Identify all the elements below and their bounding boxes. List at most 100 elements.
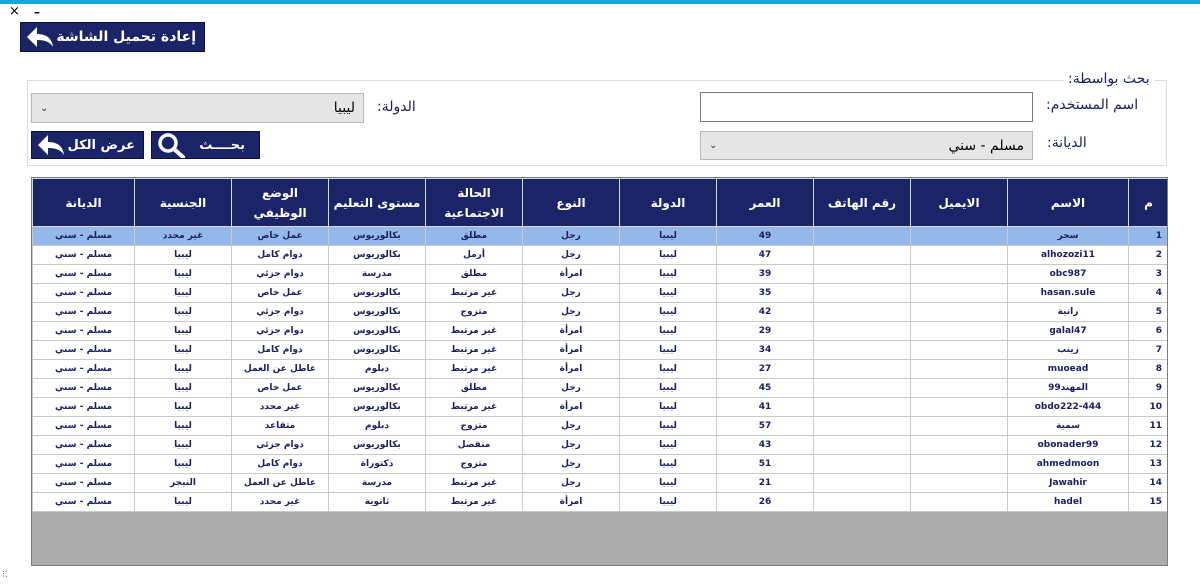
table-cell: ليبيا	[619, 321, 717, 341]
table-row[interactable]: 6 galal47 29 ليبيا امرأة غير مرتبط بكالوريوس دو…	[32, 321, 1167, 341]
table-cell	[910, 416, 1008, 436]
country-select[interactable]: ⌄ ليبيا	[31, 93, 364, 123]
table-cell	[813, 340, 911, 360]
column-header[interactable]: م	[1128, 178, 1167, 227]
table-header-row: م الاسم الايميل رقم الهاتف العمر الدولة النوع ا…	[32, 178, 1167, 227]
reload-screen-button[interactable]: إعادة تحميل الشاشة	[20, 22, 205, 52]
table-row[interactable]: 11 سمية 57 ليبيا رجل متزوج دبلوم متقاعد ليبيا مسل…	[32, 416, 1167, 436]
table-row[interactable]: 4 hasan.sule 35 ليبيا رجل غير مرتبط بكالوريوس ع…	[32, 283, 1167, 303]
table-cell: 5	[1128, 302, 1167, 322]
table-cell: عاطل عن العمل	[231, 473, 329, 493]
show-all-button[interactable]: عرض الكل	[31, 131, 144, 159]
table-cell: رجل	[522, 378, 620, 398]
table-row[interactable]: 1 سحر 49 ليبيا رجل مطلق بكالوريوس عمل خاص غير مح…	[32, 226, 1167, 246]
table-cell: ليبيا	[619, 226, 717, 246]
table-cell	[910, 283, 1008, 303]
column-header[interactable]: الجنسية	[134, 178, 232, 227]
table-cell: ليبيا	[619, 454, 717, 474]
table-cell	[910, 435, 1008, 455]
table-cell: 2	[1128, 245, 1167, 265]
column-header[interactable]: رقم الهاتف	[813, 178, 911, 227]
table-cell: مدرسة	[328, 473, 426, 493]
table-cell: غير محدد	[134, 226, 232, 246]
table-cell	[813, 378, 911, 398]
table-row[interactable]: 14 Jawahir 21 ليبيا رجل غير مرتبط مدرسة عاطل عن…	[32, 473, 1167, 493]
users-grid[interactable]: م الاسم الايميل رقم الهاتف العمر الدولة النوع ا…	[31, 177, 1168, 566]
table-cell: عمل خاص	[231, 226, 329, 246]
table-cell	[813, 454, 911, 474]
column-header[interactable]: الاسم	[1007, 178, 1129, 227]
show-all-label: عرض الكل	[67, 137, 135, 153]
column-header[interactable]: مستوى التعليم	[328, 178, 426, 227]
table-row[interactable]: 2 alhozozi11 47 ليبيا رجل أرمل بكالوريوس دوام ك…	[32, 245, 1167, 265]
table-cell: زينب	[1007, 340, 1129, 360]
column-header[interactable]: الديانة	[32, 178, 135, 227]
table-cell: رانية	[1007, 302, 1129, 322]
window-close-button[interactable]: ×	[9, 5, 20, 19]
column-header[interactable]: الايميل	[910, 178, 1008, 227]
table-cell: مطلق	[425, 226, 523, 246]
table-row[interactable]: 7 زينب 34 ليبيا امرأة غير مرتبط بكالوريوس دوام …	[32, 340, 1167, 360]
table-cell: 14	[1128, 473, 1167, 493]
table-cell: hadel	[1007, 492, 1129, 512]
table-cell: متزوج	[425, 302, 523, 322]
table-cell: رجل	[522, 302, 620, 322]
window-minimize-button[interactable]: –	[34, 6, 40, 18]
religion-select[interactable]: ⌄ مسلم - سني	[700, 131, 1033, 160]
table-cell: ليبيا	[619, 416, 717, 436]
table-cell: بكالوريوس	[328, 283, 426, 303]
table-cell: muoead	[1007, 359, 1129, 379]
resize-grip[interactable]: ⁝⁚	[2, 570, 8, 580]
table-cell: 27	[716, 359, 814, 379]
table-cell: مسلم - سني	[32, 397, 135, 417]
table-cell: 15	[1128, 492, 1167, 512]
search-button[interactable]: بحــــث	[151, 131, 260, 159]
table-cell: دبلوم	[328, 359, 426, 379]
column-header[interactable]: العمر	[716, 178, 814, 227]
table-cell: غير مرتبط	[425, 321, 523, 341]
table-row[interactable]: 10 obdo222-444 41 ليبيا امرأة غير مرتبط بكالور…	[32, 397, 1167, 417]
table-cell	[910, 454, 1008, 474]
table-cell: galal47	[1007, 321, 1129, 341]
table-cell: مسلم - سني	[32, 454, 135, 474]
table-cell: ليبيا	[134, 359, 232, 379]
column-header[interactable]: النوع	[522, 178, 620, 227]
column-header[interactable]: الحالة الاجتماعية	[425, 178, 523, 227]
column-header[interactable]: الوضع الوظيفي	[231, 178, 329, 227]
chevron-down-icon: ⌄	[40, 102, 49, 114]
table-cell: مطلق	[425, 378, 523, 398]
table-cell: رجل	[522, 226, 620, 246]
table-cell: رجل	[522, 454, 620, 474]
table-cell: ليبيا	[134, 283, 232, 303]
table-cell: عمل خاص	[231, 283, 329, 303]
table-cell: رجل	[522, 245, 620, 265]
search-group-legend: بحث بواسطة:	[1064, 71, 1154, 87]
table-row[interactable]: 13 ahmedmoon 51 ليبيا رجل متزوج دكتوراة دوام كا…	[32, 454, 1167, 474]
table-cell: امرأة	[522, 340, 620, 360]
table-cell: 34	[716, 340, 814, 360]
table-cell: دوام جزئي	[231, 321, 329, 341]
table-cell: دوام كامل	[231, 245, 329, 265]
table-cell: 21	[716, 473, 814, 493]
table-cell: ليبيا	[134, 321, 232, 341]
table-cell: امرأة	[522, 492, 620, 512]
table-cell: 6	[1128, 321, 1167, 341]
table-cell	[813, 435, 911, 455]
table-cell: دبلوم	[328, 416, 426, 436]
table-row[interactable]: 8 muoead 27 ليبيا امرأة غير مرتبط دبلوم عاطل عن…	[32, 359, 1167, 379]
table-cell	[813, 264, 911, 284]
table-cell: 7	[1128, 340, 1167, 360]
table-row[interactable]: 12 obonader99 43 ليبيا رجل منفصل بكالوريوس دوام…	[32, 435, 1167, 455]
table-row[interactable]: 15 hadel 26 ليبيا امرأة غير مرتبط ثانوية غير مح…	[32, 492, 1167, 512]
table-cell: ليبيا	[619, 245, 717, 265]
table-cell: مطلق	[425, 264, 523, 284]
table-row[interactable]: 9 المهند99 45 ليبيا رجل مطلق بكالوريوس عمل خاص ل…	[32, 378, 1167, 398]
table-cell: مسلم - سني	[32, 492, 135, 512]
username-input[interactable]	[700, 92, 1033, 122]
table-cell: مسلم - سني	[32, 264, 135, 284]
table-cell: متزوج	[425, 454, 523, 474]
table-cell: غير مرتبط	[425, 397, 523, 417]
table-row[interactable]: 5 رانية 42 ليبيا رجل متزوج بكالوريوس دوام جزئي ل…	[32, 302, 1167, 322]
table-row[interactable]: 3 obc987 39 ليبيا امرأة مطلق مدرسة دوام جزئي ليب…	[32, 264, 1167, 284]
column-header[interactable]: الدولة	[619, 178, 717, 227]
